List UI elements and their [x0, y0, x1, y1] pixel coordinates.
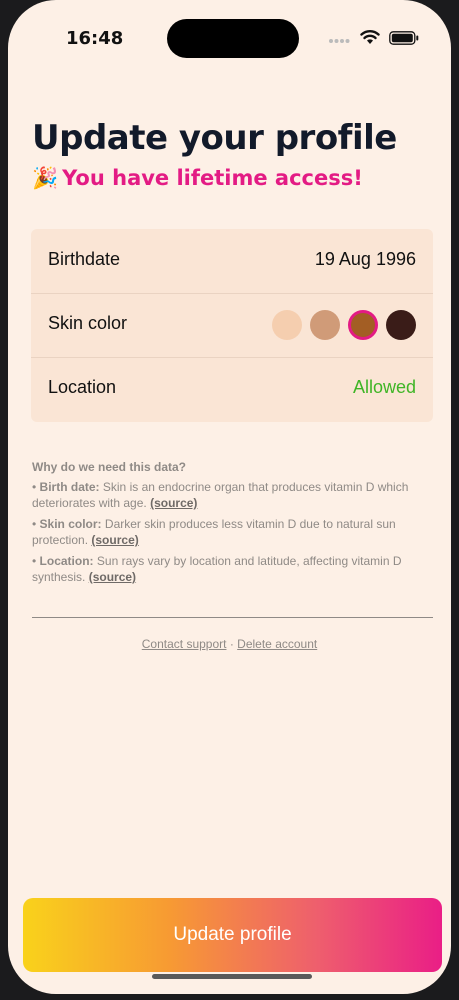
screen: 16:48 Update your profile 🎉You have lif [8, 0, 451, 994]
status-bar: 16:48 [8, 0, 451, 60]
birthdate-label: Birthdate [48, 249, 121, 269]
source-link[interactable]: (source) [150, 496, 197, 510]
delete-account-link[interactable]: Delete account [237, 637, 317, 651]
explanation-item-skin-color: • Skin color: Darker skin produces less … [32, 516, 434, 548]
bullet: • [32, 480, 40, 494]
explanation-item-location: • Location: Sun rays vary by location an… [32, 553, 434, 585]
home-indicator [152, 974, 312, 979]
skin-color-label: Skin color [48, 313, 128, 333]
divider [32, 617, 433, 618]
location-status[interactable]: Allowed [353, 377, 416, 398]
explanation-term: Location: [39, 554, 94, 568]
signal-icon [329, 39, 350, 43]
battery-icon [389, 31, 419, 45]
dynamic-island [167, 19, 299, 58]
bullet: • [32, 517, 40, 531]
explanation-heading: Why do we need this data? [32, 460, 187, 474]
bullet: • [32, 554, 40, 568]
skin-swatch-tan[interactable] [348, 310, 378, 340]
source-link[interactable]: (source) [89, 570, 136, 584]
location-label: Location [48, 377, 117, 397]
phone-frame: 16:48 Update your profile 🎉You have lif [0, 0, 459, 1000]
wifi-icon [360, 30, 380, 44]
birthdate-value[interactable]: 19 Aug 1996 [315, 249, 416, 270]
status-time: 16:48 [66, 28, 124, 49]
explanation-term: Skin color: [39, 517, 102, 531]
skin-swatch-light[interactable] [272, 310, 302, 340]
birthdate-row[interactable]: Birthdate 19 Aug 1996 [31, 229, 433, 294]
source-link[interactable]: (source) [91, 533, 138, 547]
profile-card: Birthdate 19 Aug 1996 Skin color Locatio… [31, 229, 433, 422]
explanation-item-birthdate: • Birth date: Skin is an endocrine organ… [32, 479, 434, 511]
party-popper-icon: 🎉 [32, 166, 59, 190]
page-title: Update your profile [32, 118, 397, 158]
explanation-term: Birth date: [39, 480, 100, 494]
update-profile-label: Update profile [173, 924, 292, 945]
skin-swatch-medium[interactable] [310, 310, 340, 340]
contact-support-link[interactable]: Contact support [142, 637, 227, 651]
footer-separator: · [229, 637, 234, 651]
footer-links: Contact support · Delete account [8, 637, 451, 651]
skin-swatch-dark[interactable] [386, 310, 416, 340]
skin-color-row: Skin color [31, 293, 433, 358]
lifetime-access-text: You have lifetime access! [62, 166, 363, 190]
skin-color-picker [272, 310, 416, 340]
location-row[interactable]: Location Allowed [31, 357, 433, 421]
lifetime-access-banner: 🎉 You have lifetime access! [32, 166, 363, 191]
data-explanation: Why do we need this data? • Birth date: … [32, 459, 434, 590]
update-profile-button[interactable]: Update profile [23, 898, 442, 972]
